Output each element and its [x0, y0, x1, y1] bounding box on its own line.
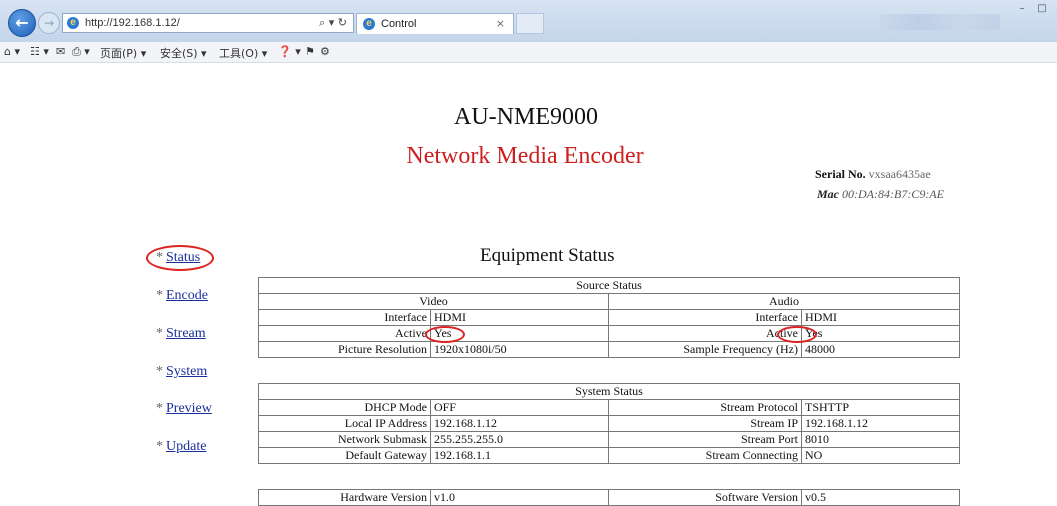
- system-status-table: System Status DHCP Mode OFF Stream Proto…: [258, 383, 960, 464]
- mac-value: 00:DA:84:B7:C9:AE: [842, 187, 944, 201]
- command-bar: ⌂ ▾ ☷ ▾ ✉ ⎙ ▾ 页面(P) ▾ 安全(S) ▾ 工具(O) ▾ ❓ …: [0, 42, 1057, 63]
- feeds-menu[interactable]: ☷ ▾: [30, 45, 49, 58]
- software-version-value: v0.5: [801, 489, 960, 506]
- nav-link-encode[interactable]: Encode: [166, 288, 208, 303]
- video-label: Active: [258, 325, 431, 342]
- back-arrow-icon[interactable]: ←: [8, 9, 36, 37]
- table-row: Interface HDMI Interface HDMI: [258, 309, 961, 326]
- audio-value: 48000: [800, 341, 961, 358]
- serial-value: vxsaa6435ae: [868, 167, 931, 181]
- audio-value: HDMI: [800, 309, 961, 326]
- toolbar-icons: [880, 14, 1000, 30]
- system-label: DHCP Mode: [258, 399, 431, 416]
- forward-arrow-icon[interactable]: →: [38, 12, 60, 34]
- address-tools[interactable]: ⌕ ▾ ↻: [319, 16, 347, 30]
- nav-item-stream: * Stream: [156, 326, 206, 341]
- video-label: Picture Resolution: [258, 341, 431, 358]
- system-value: 192.168.1.1: [430, 447, 609, 464]
- system-status-title: System Status: [258, 383, 960, 400]
- tools-menu[interactable]: 工具(O) ▾: [219, 45, 267, 61]
- product-subtitle: Network Media Encoder: [406, 143, 644, 169]
- source-status-table: Source Status Video Audio Interface HDMI…: [257, 277, 961, 358]
- stream-value: 8010: [801, 431, 960, 448]
- system-value: 255.255.255.0: [430, 431, 609, 448]
- mac-address: Mac 00:DA:84:B7:C9:AE: [817, 187, 944, 202]
- mac-label: Mac: [817, 187, 839, 201]
- system-value: OFF: [430, 399, 609, 416]
- audio-active-highlight-ring: [777, 326, 817, 343]
- page-title: Equipment Status: [480, 245, 615, 266]
- stream-value: TSHTTP: [801, 399, 960, 416]
- video-value: HDMI: [430, 309, 609, 326]
- address-bar[interactable]: e http://192.168.1.12/ ⌕ ▾ ↻: [62, 13, 354, 33]
- nav-item-preview: * Preview: [156, 401, 212, 416]
- nav-link-preview[interactable]: Preview: [166, 401, 212, 416]
- hardware-version-label: Hardware Version: [258, 489, 431, 506]
- ie-logo-icon: e: [67, 17, 79, 29]
- audio-label: Active: [608, 325, 802, 342]
- minimize-icon[interactable]: –: [1013, 2, 1031, 16]
- safety-menu[interactable]: 安全(S) ▾: [160, 45, 207, 61]
- nav-item-system: * System: [156, 364, 208, 379]
- video-header: Video: [258, 293, 609, 310]
- table-row: DHCP Mode OFF Stream Protocol TSHTTP: [258, 399, 960, 416]
- stream-label: Stream Port: [608, 431, 802, 448]
- research-icon[interactable]: ⚙: [320, 45, 330, 58]
- serial-number: Serial No. vxsaa6435ae: [815, 167, 931, 182]
- table-row: Active Yes Active Yes: [258, 325, 961, 342]
- source-status-title: Source Status: [257, 277, 961, 294]
- maximize-icon[interactable]: □: [1033, 2, 1051, 16]
- address-url[interactable]: http://192.168.1.12/: [85, 17, 180, 29]
- hardware-version-value: v1.0: [430, 489, 609, 506]
- stream-value: NO: [801, 447, 960, 464]
- model-title: AU-NME9000: [454, 104, 598, 130]
- nav-item-encode: * Encode: [156, 288, 208, 303]
- video-value: 1920x1080i/50: [430, 341, 609, 358]
- nav-item-status: * Status: [156, 250, 201, 265]
- stream-label: Stream IP: [608, 415, 802, 432]
- table-row: Local IP Address 192.168.1.12 Stream IP …: [258, 415, 960, 432]
- nav-link-system[interactable]: System: [166, 364, 207, 379]
- audio-label: Interface: [608, 309, 802, 326]
- audio-value: Yes: [800, 325, 961, 342]
- table-row: Network Submask 255.255.255.0 Stream Por…: [258, 431, 960, 448]
- window-controls: – □: [1013, 2, 1051, 16]
- video-label: Interface: [258, 309, 431, 326]
- print-menu[interactable]: ⎙ ▾: [72, 45, 90, 59]
- software-version-label: Software Version: [608, 489, 802, 506]
- video-active-highlight-ring: [425, 326, 465, 343]
- stream-label: Stream Protocol: [608, 399, 802, 416]
- system-label: Network Submask: [258, 431, 431, 448]
- table-row: Picture Resolution 1920x1080i/50 Sample …: [258, 341, 961, 358]
- nav-link-stream[interactable]: Stream: [166, 326, 206, 341]
- system-value: 192.168.1.12: [430, 415, 609, 432]
- audio-header: Audio: [607, 293, 961, 310]
- home-menu[interactable]: ⌂ ▾: [4, 45, 20, 58]
- stream-label: Stream Connecting: [608, 447, 802, 464]
- nav-item-update: * Update: [156, 439, 207, 454]
- version-table: Hardware Version v1.0 Software Version v…: [258, 489, 960, 506]
- help-menu[interactable]: ❓ ▾: [278, 45, 301, 58]
- system-label: Local IP Address: [258, 415, 431, 432]
- nav-link-update[interactable]: Update: [166, 439, 206, 454]
- audio-label: Sample Frequency (Hz): [608, 341, 802, 358]
- tab-control[interactable]: e Control ×: [356, 13, 514, 34]
- table-row: Default Gateway 192.168.1.1 Stream Conne…: [258, 447, 960, 464]
- table-row: Hardware Version v1.0 Software Version v…: [258, 489, 960, 506]
- system-label: Default Gateway: [258, 447, 431, 464]
- ie-logo-icon: e: [363, 18, 375, 30]
- new-tab-button[interactable]: [516, 13, 544, 34]
- flag-icon[interactable]: ⚑: [305, 45, 315, 58]
- nav-link-status[interactable]: Status: [166, 250, 200, 265]
- serial-label: Serial No.: [815, 167, 866, 181]
- browser-titlebar: ← → e http://192.168.1.12/ ⌕ ▾ ↻ e Contr…: [0, 0, 1057, 42]
- mail-icon[interactable]: ✉: [56, 45, 65, 58]
- tab-title: Control: [381, 18, 417, 30]
- stream-value: 192.168.1.12: [801, 415, 960, 432]
- tab-close-icon[interactable]: ×: [496, 17, 505, 30]
- page-menu[interactable]: 页面(P) ▾: [100, 45, 146, 61]
